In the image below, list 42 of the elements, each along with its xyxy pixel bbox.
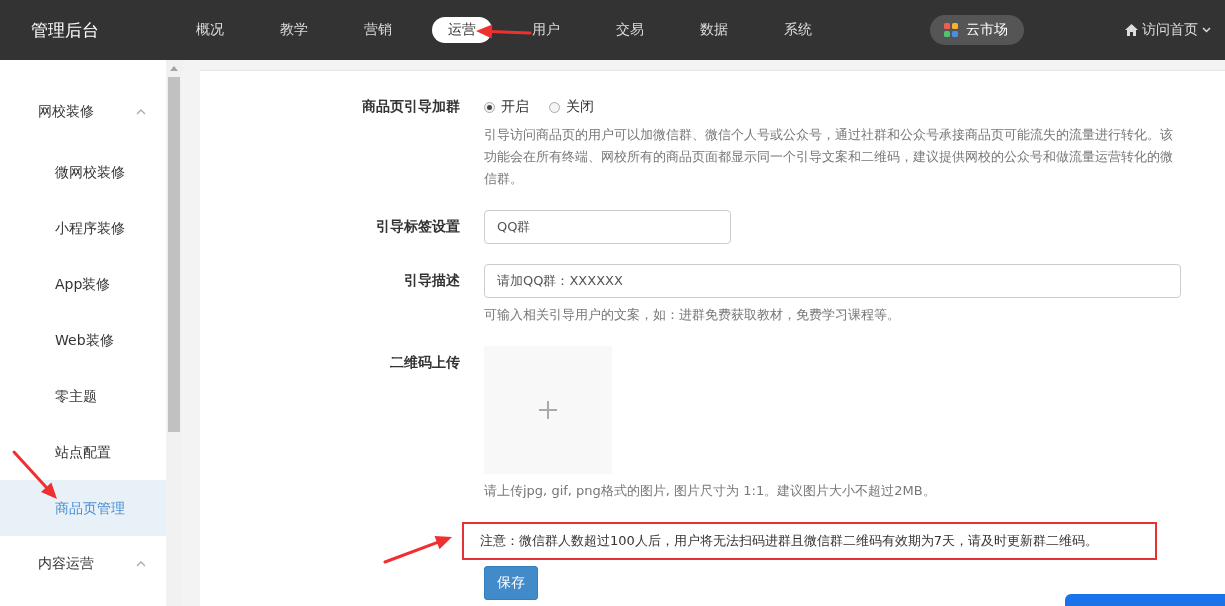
annotation-arrow [12, 450, 57, 499]
nav-tab[interactable]: 教学 [252, 17, 336, 43]
nav-tab[interactable]: 数据 [672, 17, 756, 43]
sidebar-item[interactable]: 微网校装修 [0, 144, 166, 200]
notice-text: 注意：微信群人数超过100人后，用户将无法扫码进群且微信群二维码有效期为7天，请及时更新群二维码。 [462, 522, 1157, 560]
sidebar-group[interactable]: 网校装修 [0, 90, 166, 134]
scroll-up-icon[interactable] [170, 66, 178, 71]
radio-button[interactable] [549, 101, 560, 113]
grid-icon [944, 23, 958, 37]
annotation-arrow [476, 24, 532, 39]
home-icon [1125, 24, 1138, 36]
text-field[interactable]: 请加QQ群：XXXXXX [484, 264, 1181, 298]
help-text: 引导访问商品页的用户可以加微信群、微信个人号或公众号，通过社群和公众号承接商品页可能流失的流量进行转化。该功能会在所有终端、网校所有的商品页面都显示同一个引导文案和二维码，建议提供网校的公众号和做流量运营转化的微信群。 [484, 126, 1174, 188]
chevron-down-icon [1202, 27, 1211, 33]
form-label: 引导描述 [403, 271, 460, 290]
nav-tab[interactable]: 概况 [168, 17, 252, 43]
sidebar-item[interactable]: 零主题 [0, 368, 166, 424]
plus-icon [538, 400, 558, 420]
sidebar-item[interactable]: 小程序装修 [0, 200, 166, 256]
nav-tab[interactable]: 用户 [504, 17, 588, 43]
sidebar-item[interactable]: Web装修 [0, 312, 166, 368]
sidebar-group[interactable]: 内容运营 [0, 542, 166, 586]
annotation-arrow [383, 536, 452, 564]
help-text: 请上传jpg, gif, png格式的图片, 图片尺寸为 1:1。建议图片大小不超过2MB。 [484, 482, 937, 500]
home-link[interactable]: 访问首页 [1125, 21, 1211, 39]
nav-tab[interactable]: 营销 [336, 17, 420, 43]
save-button[interactable]: 保存 [484, 566, 538, 600]
nav-tab[interactable]: 运营 [432, 17, 492, 43]
form-label: 二维码上传 [389, 353, 460, 372]
help-text: 可输入相关引导用户的文案，如：进群免费获取教材，免费学习课程等。 [484, 306, 901, 324]
app-title: 管理后台 [30, 18, 100, 42]
sidebar-item[interactable]: 站点配置 [0, 424, 166, 480]
market-button[interactable]: 云市场 [930, 15, 1024, 45]
form-label: 商品页引导加群 [361, 97, 460, 116]
sidebar-item[interactable]: App装修 [0, 256, 166, 312]
radio-option[interactable]: 关闭 [549, 98, 594, 116]
nav-tab[interactable]: 交易 [588, 17, 672, 43]
nav-tab[interactable]: 系统 [756, 17, 840, 43]
text-field[interactable]: QQ群 [484, 210, 731, 244]
form-label: 引导标签设置 [375, 217, 460, 236]
radio-option[interactable]: 开启 [484, 98, 529, 116]
radio-button[interactable] [484, 101, 495, 113]
